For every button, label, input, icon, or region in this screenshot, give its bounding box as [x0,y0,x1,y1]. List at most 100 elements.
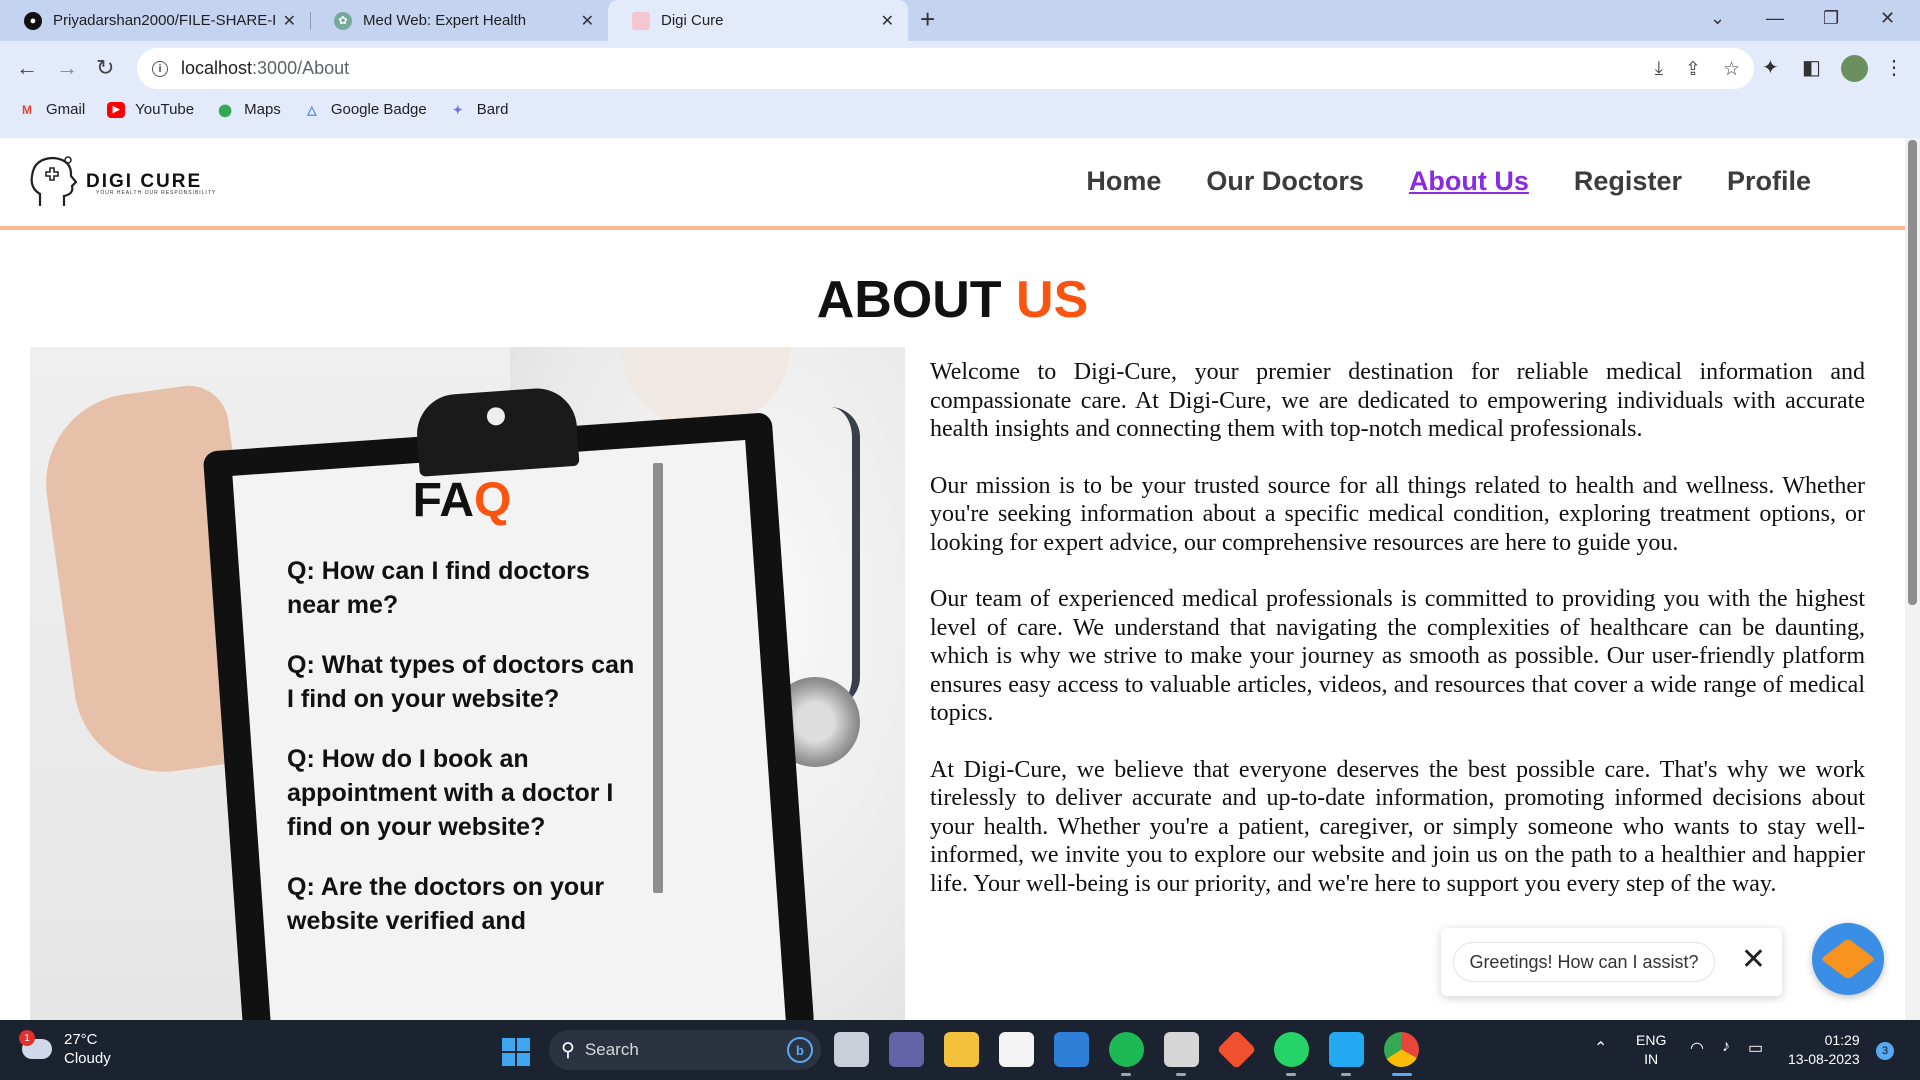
address-bar[interactable]: i localhost:3000/About ⤓ ⇪ ☆ [137,48,1754,89]
stethoscope-tube [830,407,860,707]
url-host: localhost [181,58,253,78]
about-paragraph: Our mission is to be your trusted source… [930,472,1865,556]
volume-icon[interactable]: ♪ [1722,1038,1730,1058]
faq-question[interactable]: Q: Are the doctors on your website verif… [257,870,667,938]
nav-home[interactable]: Home [1086,166,1161,197]
google-drive-icon: △ [307,102,317,117]
nav-profile[interactable]: Profile [1727,166,1811,197]
tab-med-web[interactable]: ✿ Med Web: Expert Health ✕ [310,0,608,41]
minimize-icon[interactable]: — [1766,8,1784,29]
close-icon[interactable]: ✕ [1741,942,1766,977]
lang-bottom: IN [1644,1051,1659,1067]
bookmark-maps[interactable]: ⬤ Maps [216,101,280,118]
close-tab-icon[interactable]: ✕ [283,11,296,31]
back-icon[interactable]: ← [16,55,38,81]
faq-title-main: FA [412,474,474,527]
bookmark-label: YouTube [135,101,195,118]
weather-widget[interactable]: 1 27°C Cloudy [19,1030,111,1068]
spotify-icon[interactable] [1109,1032,1144,1076]
main-nav: Home Our Doctors About Us Register Profi… [1086,166,1811,197]
tray-chevron-icon[interactable]: ⌃ [1594,1038,1607,1058]
task-view-icon[interactable] [834,1032,869,1067]
logo-tagline: YOUR HEALTH OUR RESPONSIBILITY [96,190,217,196]
bing-icon[interactable]: b [787,1037,813,1063]
faq-question[interactable]: Q: What types of doctors can I find on y… [257,648,667,716]
bookmark-google-badge[interactable]: △ Google Badge [303,101,427,118]
git-icon[interactable] [1216,1029,1257,1070]
faq-question[interactable]: Q: How do I book an appointment with a d… [257,742,667,844]
clock-time: 01:29 [1824,1032,1860,1048]
gmail-icon: M [22,102,32,117]
bookmark-bard[interactable]: ✦ Bard [449,101,509,118]
tab-github[interactable]: ● Priyadarshan2000/FILE-SHARE-FI ✕ [0,0,310,41]
nav-about-us[interactable]: About Us [1409,166,1529,197]
tab-strip: ● Priyadarshan2000/FILE-SHARE-FI ✕ ✿ Med… [0,0,1920,41]
teams-icon[interactable] [889,1032,924,1067]
tab-search-chevron-icon[interactable]: ⌄ [1710,8,1725,29]
nav-register[interactable]: Register [1574,166,1682,197]
reload-icon[interactable]: ↻ [96,55,114,81]
vscode-icon[interactable] [1329,1032,1364,1076]
chrome-menu-icon[interactable]: ⋮ [1884,55,1904,80]
whatsapp-icon[interactable] [1274,1032,1309,1076]
system-tray: ⌃ [1594,1038,1607,1058]
taskbar-search[interactable]: ⚲ Search b [549,1030,821,1070]
site-navbar: DIGI CURE YOUR HEALTH OUR RESPONSIBILITY… [0,138,1905,230]
bookmark-label: Google Badge [330,101,427,118]
notification-badge[interactable]: 3 [1876,1042,1894,1060]
forward-icon[interactable]: → [56,55,78,81]
site-info-icon[interactable]: i [152,60,168,77]
head-logo-icon [30,156,78,206]
extensions-icon[interactable]: ✦ [1762,55,1779,80]
share-icon[interactable]: ⇪ [1685,58,1701,81]
youtube-icon: ▶ [107,101,126,118]
faq-scrollbar[interactable] [653,463,663,893]
bookmark-star-icon[interactable]: ☆ [1723,58,1740,81]
profile-avatar[interactable] [1841,55,1868,82]
side-panel-icon[interactable]: ◧ [1802,55,1821,80]
app-icon[interactable] [1164,1032,1199,1076]
wifi-icon[interactable]: ◠ [1690,1038,1704,1058]
lang-top: ENG [1636,1032,1667,1048]
windows-start-icon[interactable] [502,1038,530,1066]
page-viewport: DIGI CURE YOUR HEALTH OUR RESPONSIBILITY… [0,138,1920,1020]
about-paragraph: Welcome to Digi-Cure, your premier desti… [930,359,1865,442]
title-main: ABOUT [816,271,1002,329]
restore-icon[interactable]: ❐ [1823,8,1839,29]
faq-title: FAQ [257,473,667,528]
install-app-icon[interactable]: ⤓ [1655,58,1663,81]
chatgpt-icon: ✿ [334,11,352,30]
page-scrollbar[interactable] [1905,138,1920,1020]
bookmark-youtube[interactable]: ▶ YouTube [107,101,194,118]
mail-icon[interactable] [1054,1032,1089,1067]
weather-temp: 27°C [64,1031,98,1048]
chat-greeting-text[interactable]: Greetings! How can I assist? [1453,942,1715,982]
language-indicator[interactable]: ENG IN [1636,1031,1666,1069]
faq-panel[interactable]: FAQ Q: How can I find doctors near me? Q… [257,463,667,1020]
scrollbar-thumb[interactable] [1908,140,1917,605]
chrome-icon[interactable] [1384,1032,1419,1076]
clock-date: 13-08-2023 [1788,1051,1860,1067]
close-tab-icon[interactable]: ✕ [881,11,894,31]
tab-title: Med Web: Expert Health [363,12,527,29]
weather-badge: 1 [19,1030,35,1046]
title-accent: US [1016,271,1089,329]
nav-our-doctors[interactable]: Our Doctors [1206,166,1364,197]
bookmark-gmail[interactable]: M Gmail [18,101,85,118]
microsoft-store-icon[interactable] [999,1032,1034,1067]
tray-icons: ◠ ♪ ▭ [1690,1038,1763,1058]
chatbot-button[interactable] [1812,923,1884,995]
file-explorer-icon[interactable] [944,1032,979,1067]
tab-title: Priyadarshan2000/FILE-SHARE-FI [53,12,275,29]
chat-greeting-popup: Greetings! How can I assist? ✕ [1441,928,1782,996]
new-tab-icon[interactable]: + [920,4,935,35]
site-logo[interactable]: DIGI CURE YOUR HEALTH OUR RESPONSIBILITY [24,152,215,212]
battery-icon[interactable]: ▭ [1748,1038,1763,1058]
close-tab-icon[interactable]: ✕ [581,11,594,31]
close-window-icon[interactable]: ✕ [1880,8,1895,29]
clock[interactable]: 01:29 13-08-2023 [1788,1031,1860,1069]
tab-digi-cure[interactable]: Digi Cure ✕ [608,0,908,41]
url-path: :3000/About [252,58,350,78]
browser-toolbar: ← → ↻ i localhost:3000/About ⤓ ⇪ ☆ ✦ ◧ ⋮ [0,41,1920,138]
faq-question[interactable]: Q: How can I find doctors near me? [257,554,667,622]
